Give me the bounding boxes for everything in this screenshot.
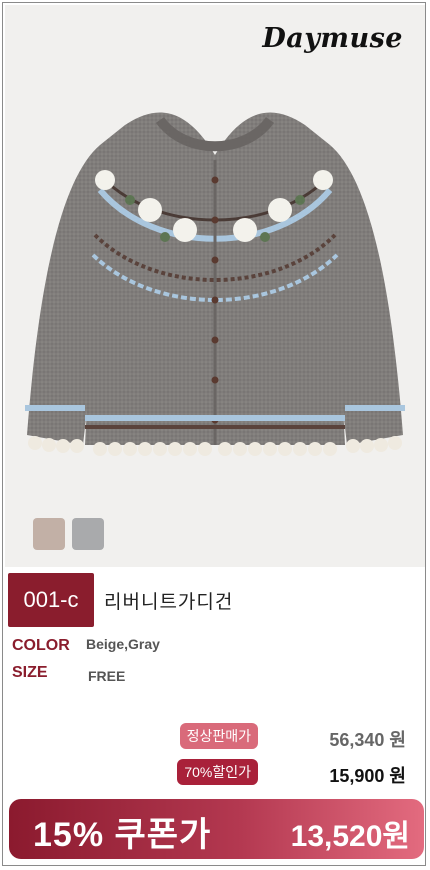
- brand-logo: Daymuse: [262, 23, 403, 54]
- coupon-price: 13,520원: [290, 820, 410, 853]
- coupon-banner[interactable]: 15% 쿠폰가 13,520원: [9, 799, 424, 859]
- size-value: FREE: [88, 668, 126, 684]
- size-label: SIZE: [12, 664, 48, 681]
- swatch-gray[interactable]: [72, 518, 104, 550]
- product-name[interactable]: 리버니트가디건: [104, 587, 233, 614]
- coupon-label: 15% 쿠폰가: [33, 816, 212, 854]
- regular-price-pill: 정상판매가: [179, 723, 258, 749]
- product-image[interactable]: Daymuse: [5, 5, 425, 567]
- regular-price: 56,340 원: [329, 730, 406, 750]
- color-label: COLOR: [12, 637, 70, 654]
- product-code-badge: 001-c: [8, 573, 94, 627]
- cardigan-illustration: [25, 112, 405, 456]
- discount-price: 15,900 원: [329, 766, 406, 786]
- color-value: Beige,Gray: [86, 636, 160, 652]
- discount-price-pill: 70%할인가: [177, 759, 258, 785]
- swatch-beige[interactable]: [33, 518, 65, 550]
